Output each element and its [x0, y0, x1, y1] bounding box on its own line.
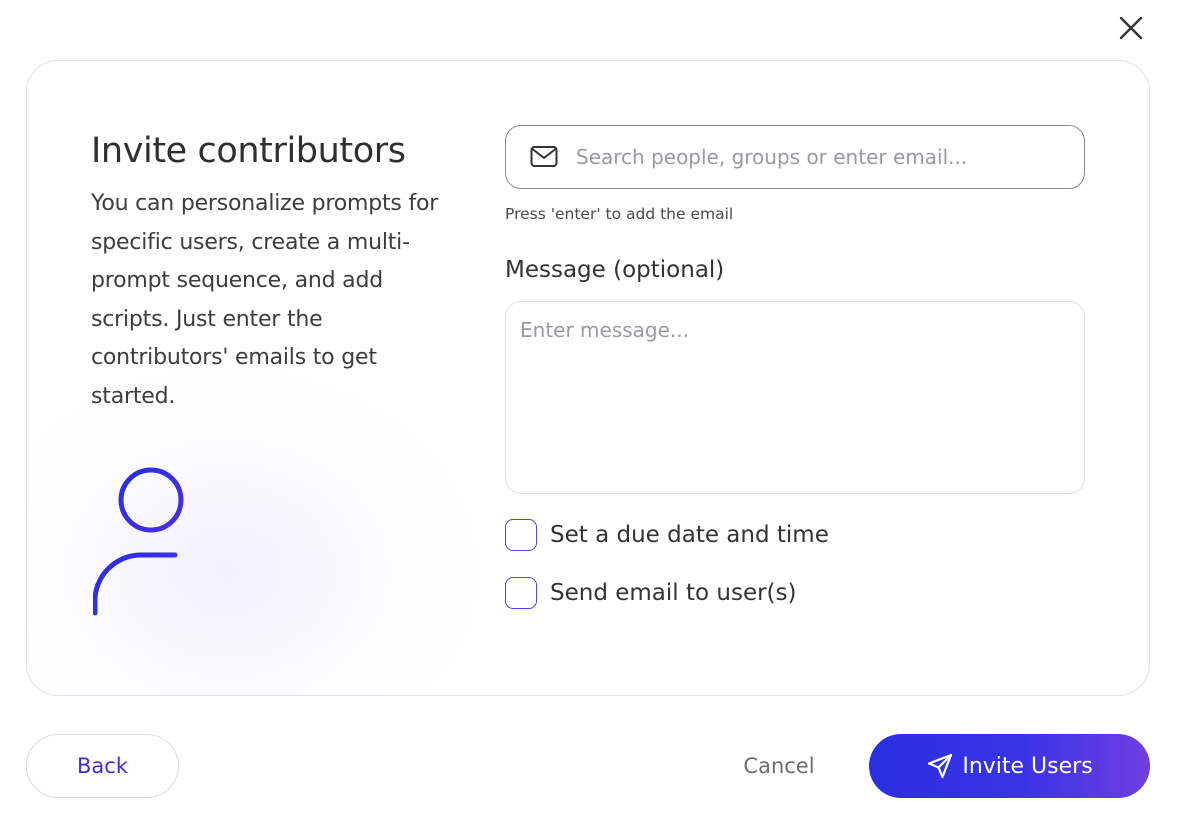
send-icon: [926, 752, 954, 780]
due-date-checkbox[interactable]: [505, 519, 537, 551]
send-email-checkbox[interactable]: [505, 577, 537, 609]
close-button[interactable]: [1116, 13, 1146, 43]
add-user-icon: [93, 465, 257, 633]
invite-card: Invite contributors You can personalize …: [26, 60, 1150, 696]
due-date-option[interactable]: Set a due date and time: [505, 518, 829, 552]
message-textarea[interactable]: [505, 301, 1085, 494]
cancel-button[interactable]: Cancel: [722, 734, 836, 798]
due-date-label: Set a due date and time: [550, 522, 829, 548]
back-button[interactable]: Back: [26, 734, 179, 798]
search-input[interactable]: [576, 126, 1066, 188]
description-text: You can personalize prompts for specific…: [91, 191, 439, 409]
close-icon: [1119, 16, 1143, 40]
mail-icon: [530, 145, 558, 169]
send-email-label: Send email to user(s): [550, 580, 797, 606]
invite-users-label: Invite Users: [962, 753, 1093, 779]
search-field[interactable]: [505, 125, 1085, 189]
search-hint: Press 'enter' to add the email: [505, 205, 734, 223]
page-title: Invite contributors: [91, 131, 406, 171]
send-email-option[interactable]: Send email to user(s): [505, 576, 796, 610]
message-label: Message (optional): [505, 257, 725, 283]
invite-users-button[interactable]: Invite Users: [869, 734, 1150, 798]
